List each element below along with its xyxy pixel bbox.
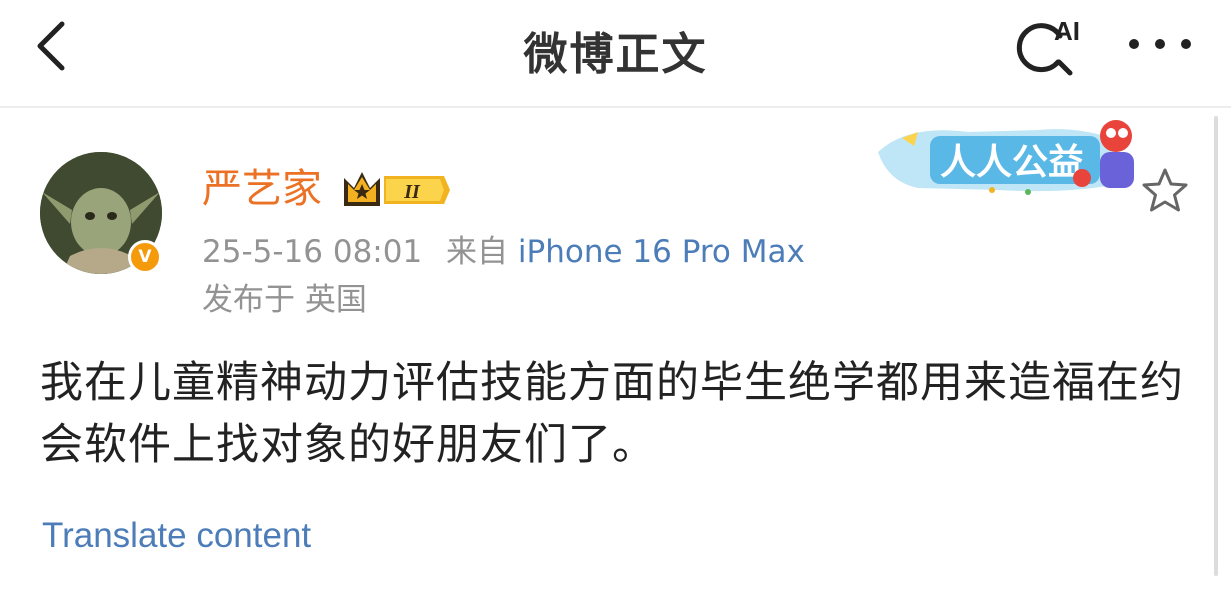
- verified-badge: V: [128, 240, 162, 274]
- ai-search-button[interactable]: AI: [1010, 10, 1090, 80]
- post-meta: 25-5-16 08:01 来自 iPhone 16 Pro Max: [202, 232, 805, 272]
- author-name[interactable]: 严艺家: [202, 164, 322, 214]
- ai-search-icon: AI: [1016, 16, 1080, 76]
- post-location: 发布于 英国: [202, 282, 367, 318]
- translate-link[interactable]: Translate content: [42, 516, 311, 556]
- star-outline-icon: [1142, 168, 1188, 212]
- post-time: 25-5-16 08:01: [202, 234, 423, 270]
- device-link[interactable]: iPhone 16 Pro Max: [518, 234, 805, 270]
- member-badge[interactable]: II: [340, 168, 452, 212]
- from-prefix: 来自: [446, 234, 509, 270]
- top-bar: 微博正文 AI: [0, 0, 1231, 108]
- banner-text: 人人公益: [940, 142, 1084, 183]
- more-button[interactable]: [1126, 24, 1194, 64]
- crown-badge-icon: II: [344, 172, 450, 206]
- ai-label: AI: [1054, 16, 1080, 46]
- more-dots-icon: [1129, 39, 1191, 49]
- scrollbar[interactable]: [1214, 116, 1218, 576]
- member-level: II: [403, 181, 421, 203]
- favorite-button[interactable]: [1140, 166, 1190, 216]
- charity-banner-image: 人人公益: [878, 120, 1134, 195]
- post-content: 我在儿童精神动力评估技能方面的毕生绝学都用来造福在约会软件上找对象的好朋友们了。: [40, 358, 1184, 470]
- charity-banner[interactable]: 人人公益: [878, 118, 1146, 198]
